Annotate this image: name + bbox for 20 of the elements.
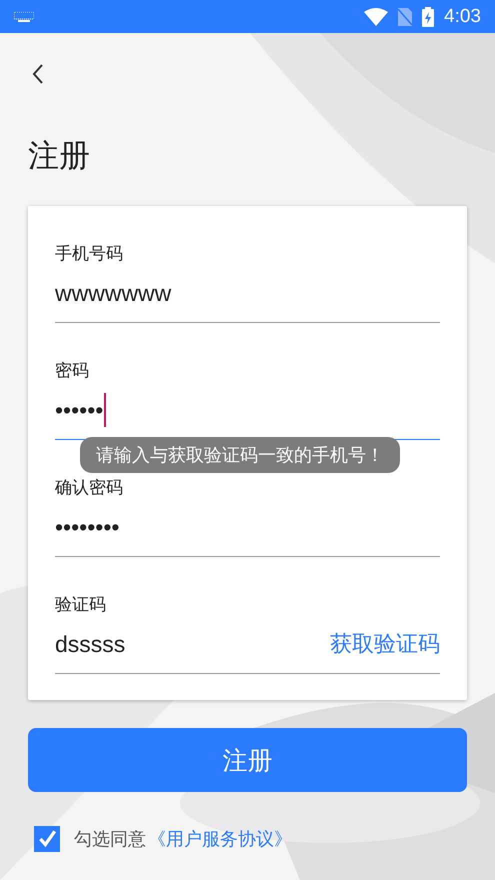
register-button[interactable]: 注册 [28,728,467,792]
page-title: 注册 [28,141,91,172]
error-toast: 请输入与获取验证码一致的手机号！ [80,437,400,473]
field-label: 手机号码 [55,244,124,264]
agreement-text: 勾选同意 [74,828,146,851]
clock-time: 4:03 [444,6,481,28]
keyboard-icon [14,12,34,22]
field-label: 确认密码 [55,478,124,498]
input-field[interactable]: •••••••• [55,498,440,557]
wifi-icon [364,8,388,26]
field-label: 密码 [55,361,90,381]
field-label: 验证码 [55,595,107,615]
input-field[interactable]: dsssss 获取验证码 [55,615,440,674]
get-code-link[interactable]: 获取验证码 [330,629,440,659]
input-field[interactable]: wwwwwww [55,264,440,323]
no-sim-icon [398,8,412,26]
back-icon[interactable] [32,63,44,85]
agreement-checkbox[interactable] [34,826,60,852]
agreement-link[interactable]: 《用户服务协议》 [148,827,292,851]
battery-charging-icon [422,6,434,26]
